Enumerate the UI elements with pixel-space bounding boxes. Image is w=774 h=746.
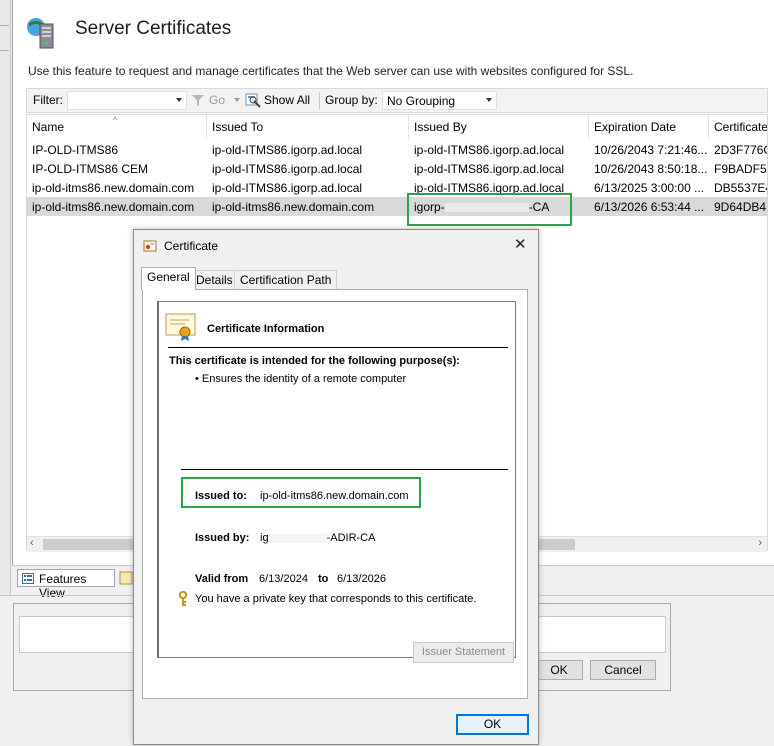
certificate-icon xyxy=(165,312,197,345)
outer-cancel-button[interactable]: Cancel xyxy=(590,660,656,680)
issued-by-label: Issued by: xyxy=(195,532,250,544)
purpose-item: • Ensures the identity of a remote compu… xyxy=(195,373,407,385)
show-all-icon xyxy=(245,93,261,111)
cell-expiration: 6/13/2026 6:53:44 ... xyxy=(594,200,705,214)
scroll-left-icon[interactable]: ‹ xyxy=(30,537,34,549)
cell-expiration: 10/26/2043 7:21:46... xyxy=(594,143,708,157)
column-header-certificate[interactable]: Certificate xyxy=(709,115,767,140)
key-icon xyxy=(177,590,189,610)
divider xyxy=(168,347,508,348)
filter-toolbar: Filter: Go Show All Group by: No Groupin… xyxy=(26,88,768,113)
certificate-icon xyxy=(143,239,157,256)
chevron-down-icon xyxy=(486,98,492,102)
cell-issued-to: ip-old-ITMS86.igorp.ad.local xyxy=(212,143,363,157)
info-heading: Certificate Information xyxy=(207,323,325,335)
content-view-icon[interactable] xyxy=(119,571,133,588)
cell-certificate: F9BADF58 xyxy=(714,162,768,176)
valid-from-label: Valid from xyxy=(195,573,249,585)
private-key-note: You have a private key that corresponds … xyxy=(195,593,477,605)
table-row[interactable]: IP-OLD-ITMS86 CEM ip-old-ITMS86.igorp.ad… xyxy=(27,159,768,178)
page-description: Use this feature to request and manage c… xyxy=(28,64,634,78)
cell-issued-to: ip-old-ITMS86.igorp.ad.local xyxy=(212,162,363,176)
certificate-dialog: Certificate ✕ General Details Certificat… xyxy=(133,229,539,745)
outer-ok-button[interactable]: OK xyxy=(535,660,583,680)
cell-name: IP-OLD-ITMS86 CEM xyxy=(32,162,149,176)
column-header-issued-by[interactable]: Issued By xyxy=(409,115,589,140)
filter-label: Filter: xyxy=(33,93,63,107)
divider xyxy=(181,469,508,470)
chevron-down-icon xyxy=(176,98,182,102)
cell-issued-to: ip-old-ITMS86.igorp.ad.local xyxy=(212,181,363,195)
tab-details[interactable]: Details xyxy=(190,270,239,289)
valid-from-value: 6/13/2024 xyxy=(259,573,308,585)
page-title: Server Certificates xyxy=(75,18,232,39)
filter-input[interactable] xyxy=(67,91,187,110)
show-all-button[interactable]: Show All xyxy=(264,93,310,107)
cell-name: IP-OLD-ITMS86 xyxy=(32,143,119,157)
dialog-title: Certificate xyxy=(164,239,219,253)
issued-by-highlight xyxy=(407,193,572,226)
column-header-issued-to[interactable]: Issued To xyxy=(207,115,409,140)
left-navigation-strip xyxy=(0,0,11,595)
issuer-statement-button[interactable]: Issuer Statement xyxy=(413,642,514,663)
server-icon xyxy=(25,16,59,50)
tab-certification-path[interactable]: Certification Path xyxy=(234,270,338,289)
cell-certificate: 9D64DB4F xyxy=(714,200,768,214)
cell-issued-by: ip-old-ITMS86.igorp.ad.local xyxy=(414,162,565,176)
valid-to-label: to xyxy=(318,573,329,585)
issued-by-value: ig -ADIR-CA xyxy=(260,532,376,544)
table-row[interactable]: ip-old-itms86.new.domain.com ip-old-ITMS… xyxy=(27,178,768,197)
table-row-selected[interactable]: ip-old-itms86.new.domain.com ip-old-itms… xyxy=(27,197,768,216)
tab-general[interactable]: General xyxy=(141,267,196,290)
column-header-expiration-date[interactable]: Expiration Date xyxy=(589,115,709,140)
sort-up-icon: ^ xyxy=(113,115,118,125)
cell-issued-by: ip-old-ITMS86.igorp.ad.local xyxy=(414,143,565,157)
go-dropdown-icon[interactable] xyxy=(234,98,240,102)
ok-button[interactable]: OK xyxy=(456,714,529,735)
funnel-icon xyxy=(191,93,205,110)
group-by-select[interactable]: No Grouping xyxy=(382,91,497,110)
table-row[interactable]: IP-OLD-ITMS86 ip-old-ITMS86.igorp.ad.loc… xyxy=(27,140,768,159)
cell-certificate: 2D3F776C xyxy=(714,143,768,157)
issued-to-highlight xyxy=(181,477,421,508)
cell-expiration: 6/13/2025 3:00:00 ... xyxy=(594,181,705,195)
purpose-heading: This certificate is intended for the fol… xyxy=(169,355,460,367)
group-by-label: Group by: xyxy=(325,93,378,107)
cell-name: ip-old-itms86.new.domain.com xyxy=(32,200,195,214)
cell-certificate: DB5537E4 xyxy=(714,181,768,195)
close-icon[interactable]: ✕ xyxy=(514,235,527,253)
go-button[interactable]: Go xyxy=(209,93,225,107)
features-view-icon xyxy=(22,573,34,587)
valid-to-value: 6/13/2026 xyxy=(337,573,386,585)
toolbar-separator xyxy=(319,92,320,109)
cell-issued-to: ip-old-itms86.new.domain.com xyxy=(212,200,375,214)
features-view-button[interactable]: Features View xyxy=(17,569,115,600)
cell-expiration: 10/26/2043 8:50:18... xyxy=(594,162,708,176)
scroll-right-icon[interactable]: › xyxy=(758,537,762,549)
cell-name: ip-old-itms86.new.domain.com xyxy=(32,181,195,195)
